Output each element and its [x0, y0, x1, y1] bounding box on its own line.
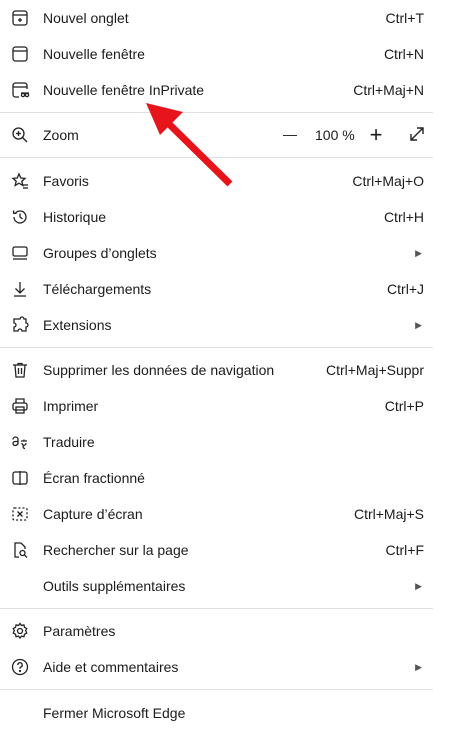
- menu-item-extensions[interactable]: Extensions ▶: [0, 307, 436, 343]
- menu-item-label: Imprimer: [43, 398, 99, 414]
- menu-item-label: Outils supplémentaires: [43, 578, 186, 594]
- print-icon: [10, 396, 30, 416]
- translate-icon: [10, 432, 30, 452]
- menu-separator: [0, 608, 433, 609]
- trash-icon: [10, 360, 30, 380]
- shortcut-label: Ctrl+Maj+O: [352, 173, 424, 189]
- shortcut-label: Ctrl+Maj+Suppr: [325, 362, 424, 378]
- menu-item-split-screen[interactable]: Écran fractionné: [0, 460, 436, 496]
- menu-item-label: Supprimer les données de navigation: [43, 362, 275, 378]
- submenu-arrow-icon: ▶: [415, 661, 422, 672]
- shortcut-label: Ctrl+J: [387, 281, 424, 297]
- menu-item-label: Téléchargements: [43, 281, 152, 297]
- help-icon: [10, 657, 30, 677]
- find-icon: [10, 540, 30, 560]
- menu-item-new-inprivate-window[interactable]: Nouvelle fenêtre InPrivate Ctrl+Maj+N: [0, 72, 436, 108]
- inprivate-icon: [10, 80, 30, 100]
- new-tab-icon: [10, 8, 30, 28]
- menu-item-label: Fermer Microsoft Edge: [43, 705, 186, 721]
- menu-separator: [0, 157, 433, 158]
- new-window-icon: [10, 44, 30, 64]
- menu-item-label: Traduire: [43, 434, 95, 450]
- menu-item-label: Nouvelle fenêtre: [43, 46, 145, 62]
- menu-item-label: Écran fractionné: [43, 470, 145, 486]
- shortcut-label: Ctrl+N: [383, 46, 424, 62]
- downloads-icon: [10, 279, 30, 299]
- menu-item-close-edge[interactable]: Fermer Microsoft Edge: [0, 695, 436, 731]
- menu-item-settings[interactable]: Paramètres: [0, 613, 436, 649]
- browser-settings-menu: Nouvel onglet Ctrl+T Nouvelle fenêtre Ct…: [0, 0, 449, 734]
- menu-item-help[interactable]: Aide et commentaires ▶: [0, 649, 436, 685]
- zoom-in-button[interactable]: +: [366, 122, 386, 148]
- submenu-arrow-icon: ▶: [415, 247, 422, 258]
- zoom-icon: [10, 125, 30, 145]
- menu-separator: [0, 112, 433, 113]
- screenshot-icon: [10, 504, 30, 524]
- favorites-icon: [10, 171, 30, 191]
- shortcut-label: Ctrl+Maj+N: [353, 82, 424, 98]
- menu-item-label: Aide et commentaires: [43, 659, 179, 675]
- menu-item-translate[interactable]: Traduire: [0, 424, 436, 460]
- tab-groups-icon: [10, 243, 30, 263]
- settings-icon: [10, 621, 30, 641]
- menu-item-label: Historique: [43, 209, 107, 225]
- menu-item-screenshot[interactable]: Capture d’écran Ctrl+Maj+S: [0, 496, 436, 532]
- menu-item-new-tab[interactable]: Nouvel onglet Ctrl+T: [0, 0, 436, 36]
- menu-item-label: Capture d’écran: [43, 506, 143, 522]
- menu-item-label: Zoom: [43, 127, 79, 143]
- menu-item-label: Groupes d’onglets: [43, 245, 157, 261]
- submenu-arrow-icon: ▶: [415, 319, 422, 330]
- split-screen-icon: [10, 468, 30, 488]
- menu-item-tab-groups[interactable]: Groupes d’onglets ▶: [0, 235, 436, 271]
- extensions-icon: [10, 315, 30, 335]
- shortcut-label: Ctrl+P: [384, 398, 424, 414]
- shortcut-label: Ctrl+Maj+S: [353, 506, 424, 522]
- zoom-level: 100 %: [315, 127, 355, 143]
- zoom-out-button[interactable]: —: [280, 126, 300, 142]
- menu-item-print[interactable]: Imprimer Ctrl+P: [0, 388, 436, 424]
- menu-separator: [0, 347, 433, 348]
- menu-item-label: Favoris: [43, 173, 89, 189]
- menu-item-history[interactable]: Historique Ctrl+H: [0, 199, 436, 235]
- menu-item-label: Nouvelle fenêtre InPrivate: [43, 82, 205, 98]
- menu-item-label: Nouvel onglet: [43, 10, 129, 26]
- shortcut-label: Ctrl+F: [385, 542, 425, 558]
- menu-item-label: Rechercher sur la page: [43, 542, 189, 558]
- shortcut-label: Ctrl+H: [383, 209, 424, 225]
- submenu-arrow-icon: ▶: [415, 580, 422, 591]
- history-icon: [10, 207, 30, 227]
- fullscreen-icon[interactable]: [407, 124, 427, 144]
- menu-item-clear-browsing-data[interactable]: Supprimer les données de navigation Ctrl…: [0, 352, 436, 388]
- menu-separator: [0, 689, 433, 690]
- shortcut-label: Ctrl+T: [385, 10, 425, 26]
- menu-item-more-tools[interactable]: Outils supplémentaires ▶: [0, 568, 436, 604]
- menu-item-new-window[interactable]: Nouvelle fenêtre Ctrl+N: [0, 36, 436, 72]
- menu-item-label: Paramètres: [43, 623, 116, 639]
- menu-item-favorites[interactable]: Favoris Ctrl+Maj+O: [0, 163, 436, 199]
- menu-item-find-on-page[interactable]: Rechercher sur la page Ctrl+F: [0, 532, 436, 568]
- menu-item-label: Extensions: [43, 317, 112, 333]
- menu-item-downloads[interactable]: Téléchargements Ctrl+J: [0, 271, 436, 307]
